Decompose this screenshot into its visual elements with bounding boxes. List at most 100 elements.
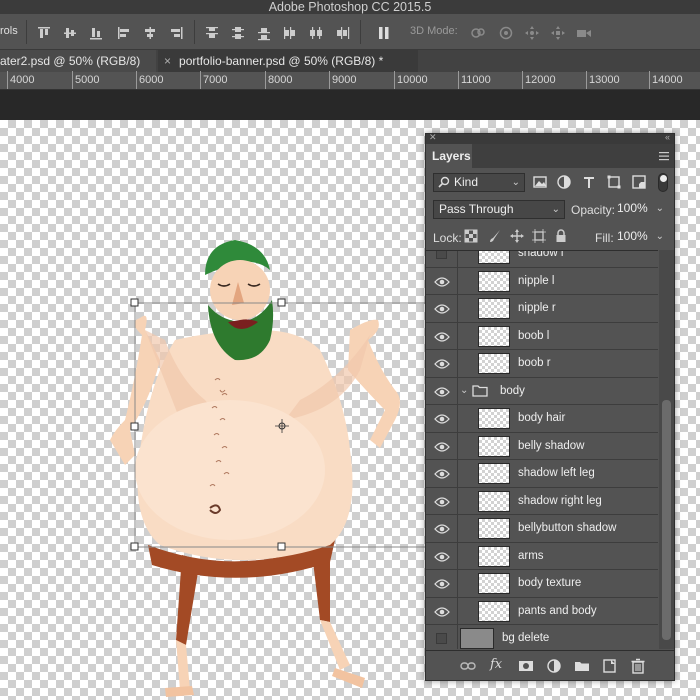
new-layer-icon[interactable] — [602, 658, 618, 674]
layer-row[interactable]: body texture — [426, 570, 658, 598]
layer-row[interactable]: shadow l — [426, 251, 658, 268]
ruler-tick-label: 6000 — [139, 74, 164, 86]
horizontal-ruler[interactable]: 4000 5000 6000 7000 8000 9000 10000 11000 12000 1… — [0, 71, 700, 90]
3d-scale-icon[interactable] — [576, 25, 592, 41]
layer-row[interactable]: pants and body — [426, 597, 658, 625]
opacity-value: 100% — [617, 201, 648, 215]
layer-row[interactable]: boob r — [426, 350, 658, 378]
layer-thumbnail — [478, 490, 510, 512]
distribute-center-icon[interactable] — [230, 25, 246, 41]
layer-row[interactable]: shadow right leg — [426, 487, 658, 515]
opacity-field[interactable]: 100% ⌄ — [612, 200, 668, 219]
lock-all-icon[interactable] — [554, 229, 568, 243]
layer-row[interactable]: bellybutton shadow — [426, 515, 658, 543]
layer-row[interactable]: nipple l — [426, 267, 658, 295]
filter-type-icon[interactable] — [581, 174, 597, 190]
options-separator — [26, 20, 27, 44]
new-group-icon[interactable] — [574, 658, 590, 674]
layer-name: boob r — [518, 357, 551, 369]
eye-icon[interactable] — [434, 441, 450, 453]
row-divider — [457, 597, 458, 624]
eye-icon[interactable] — [434, 413, 450, 425]
eye-icon[interactable] — [434, 523, 450, 535]
align-horizontal-center-icon[interactable] — [142, 25, 158, 41]
eye-icon[interactable] — [434, 551, 450, 563]
toggle-knob — [660, 175, 667, 182]
distribute-left-icon[interactable] — [282, 25, 298, 41]
filter-smart-object-icon[interactable] — [631, 174, 647, 190]
lock-image-pixels-icon[interactable] — [488, 229, 502, 243]
layer-name: body texture — [518, 577, 582, 589]
filter-toggle[interactable] — [658, 173, 668, 192]
eye-icon[interactable] — [434, 358, 450, 370]
filter-adjustment-icon[interactable] — [556, 174, 572, 190]
filter-pixel-icon[interactable] — [532, 174, 548, 190]
align-right-icon[interactable] — [168, 25, 184, 41]
layers-bottom-bar: fx — [426, 650, 674, 680]
visibility-toggle[interactable] — [436, 633, 447, 644]
options-bar: rols 3D Mode: — [0, 14, 700, 50]
align-top-icon[interactable] — [36, 25, 52, 41]
tab-layers[interactable]: Layers — [426, 144, 472, 168]
tab-close-icon[interactable]: × — [164, 54, 171, 68]
layer-thumbnail — [478, 573, 510, 594]
eye-icon[interactable] — [434, 386, 450, 398]
fill-field[interactable]: 100% ⌄ — [612, 228, 668, 247]
eye-icon[interactable] — [434, 276, 450, 288]
link-icon[interactable] — [460, 658, 476, 674]
align-bottom-icon[interactable] — [88, 25, 104, 41]
layer-row[interactable]: shadow left leg — [426, 460, 658, 488]
eye-icon[interactable] — [434, 606, 450, 618]
layer-row[interactable]: bg delete — [426, 625, 658, 649]
lock-artboard-icon[interactable] — [532, 229, 546, 243]
distribute-top-icon[interactable] — [204, 25, 220, 41]
3d-pan-icon[interactable] — [524, 25, 540, 41]
lock-position-icon[interactable] — [510, 229, 524, 243]
layer-row[interactable]: belly shadow — [426, 432, 658, 460]
mask-icon[interactable] — [518, 658, 534, 674]
panel-menu-icon[interactable] — [658, 150, 670, 162]
distribute-bottom-icon[interactable] — [256, 25, 272, 41]
trash-icon[interactable] — [630, 658, 646, 674]
align-left-icon[interactable] — [116, 25, 132, 41]
panel-close-icon[interactable]: ✕ — [429, 132, 437, 143]
blend-mode-select[interactable]: Pass Through ⌄ — [433, 200, 565, 219]
eye-icon[interactable] — [434, 496, 450, 508]
distribute-horizontal-center-icon[interactable] — [308, 25, 324, 41]
panel-collapse-icon[interactable]: « — [665, 132, 670, 142]
lock-transparent-pixels-icon[interactable] — [464, 229, 478, 243]
layer-name: nipple l — [518, 274, 555, 287]
blend-row: Pass Through ⌄ Opacity: 100% ⌄ — [426, 197, 674, 223]
distribute-right-icon[interactable] — [334, 25, 350, 41]
scrollbar-thumb[interactable] — [662, 400, 671, 640]
row-divider — [457, 432, 458, 459]
show-transform-controls-label[interactable]: rols — [0, 25, 18, 37]
auto-align-layers-icon[interactable] — [376, 25, 392, 41]
adjustment-icon[interactable] — [546, 658, 562, 674]
3d-slide-icon[interactable] — [550, 25, 566, 41]
eye-icon[interactable] — [434, 303, 450, 315]
eye-icon[interactable] — [434, 468, 450, 480]
visibility-toggle[interactable] — [436, 251, 447, 259]
layer-row[interactable]: boob l — [426, 322, 658, 350]
layer-thumbnail — [478, 298, 510, 319]
layers-list[interactable]: shadow l nipple l nipple r boob l boob r ⌄ bod… — [426, 250, 658, 649]
layer-row[interactable]: body hair — [426, 405, 658, 433]
layer-thumbnail — [478, 353, 510, 374]
layers-scrollbar[interactable] — [659, 250, 674, 649]
3d-roll-icon[interactable] — [498, 25, 514, 41]
eye-icon[interactable] — [434, 331, 450, 343]
filter-shape-icon[interactable] — [606, 174, 622, 190]
layer-row[interactable]: ⌄ body — [426, 377, 658, 405]
align-vertical-center-icon[interactable] — [62, 25, 78, 41]
layer-row[interactable]: arms — [426, 542, 658, 570]
filter-kind-select[interactable]: Kind ⌄ — [433, 173, 525, 192]
fx-icon[interactable]: fx — [490, 657, 506, 673]
chevron-down-icon[interactable]: ⌄ — [460, 385, 468, 396]
eye-icon[interactable] — [434, 578, 450, 590]
3d-rotate-icon[interactable] — [470, 25, 486, 41]
layer-row[interactable]: nipple r — [426, 295, 658, 323]
layer-thumbnail — [478, 463, 510, 484]
tab-document-1[interactable]: ater2.psd @ 50% (RGB/8) — [0, 50, 156, 72]
tab-portfolio-banner[interactable]: × portfolio-banner.psd @ 50% (RGB/8) * — [158, 50, 418, 72]
